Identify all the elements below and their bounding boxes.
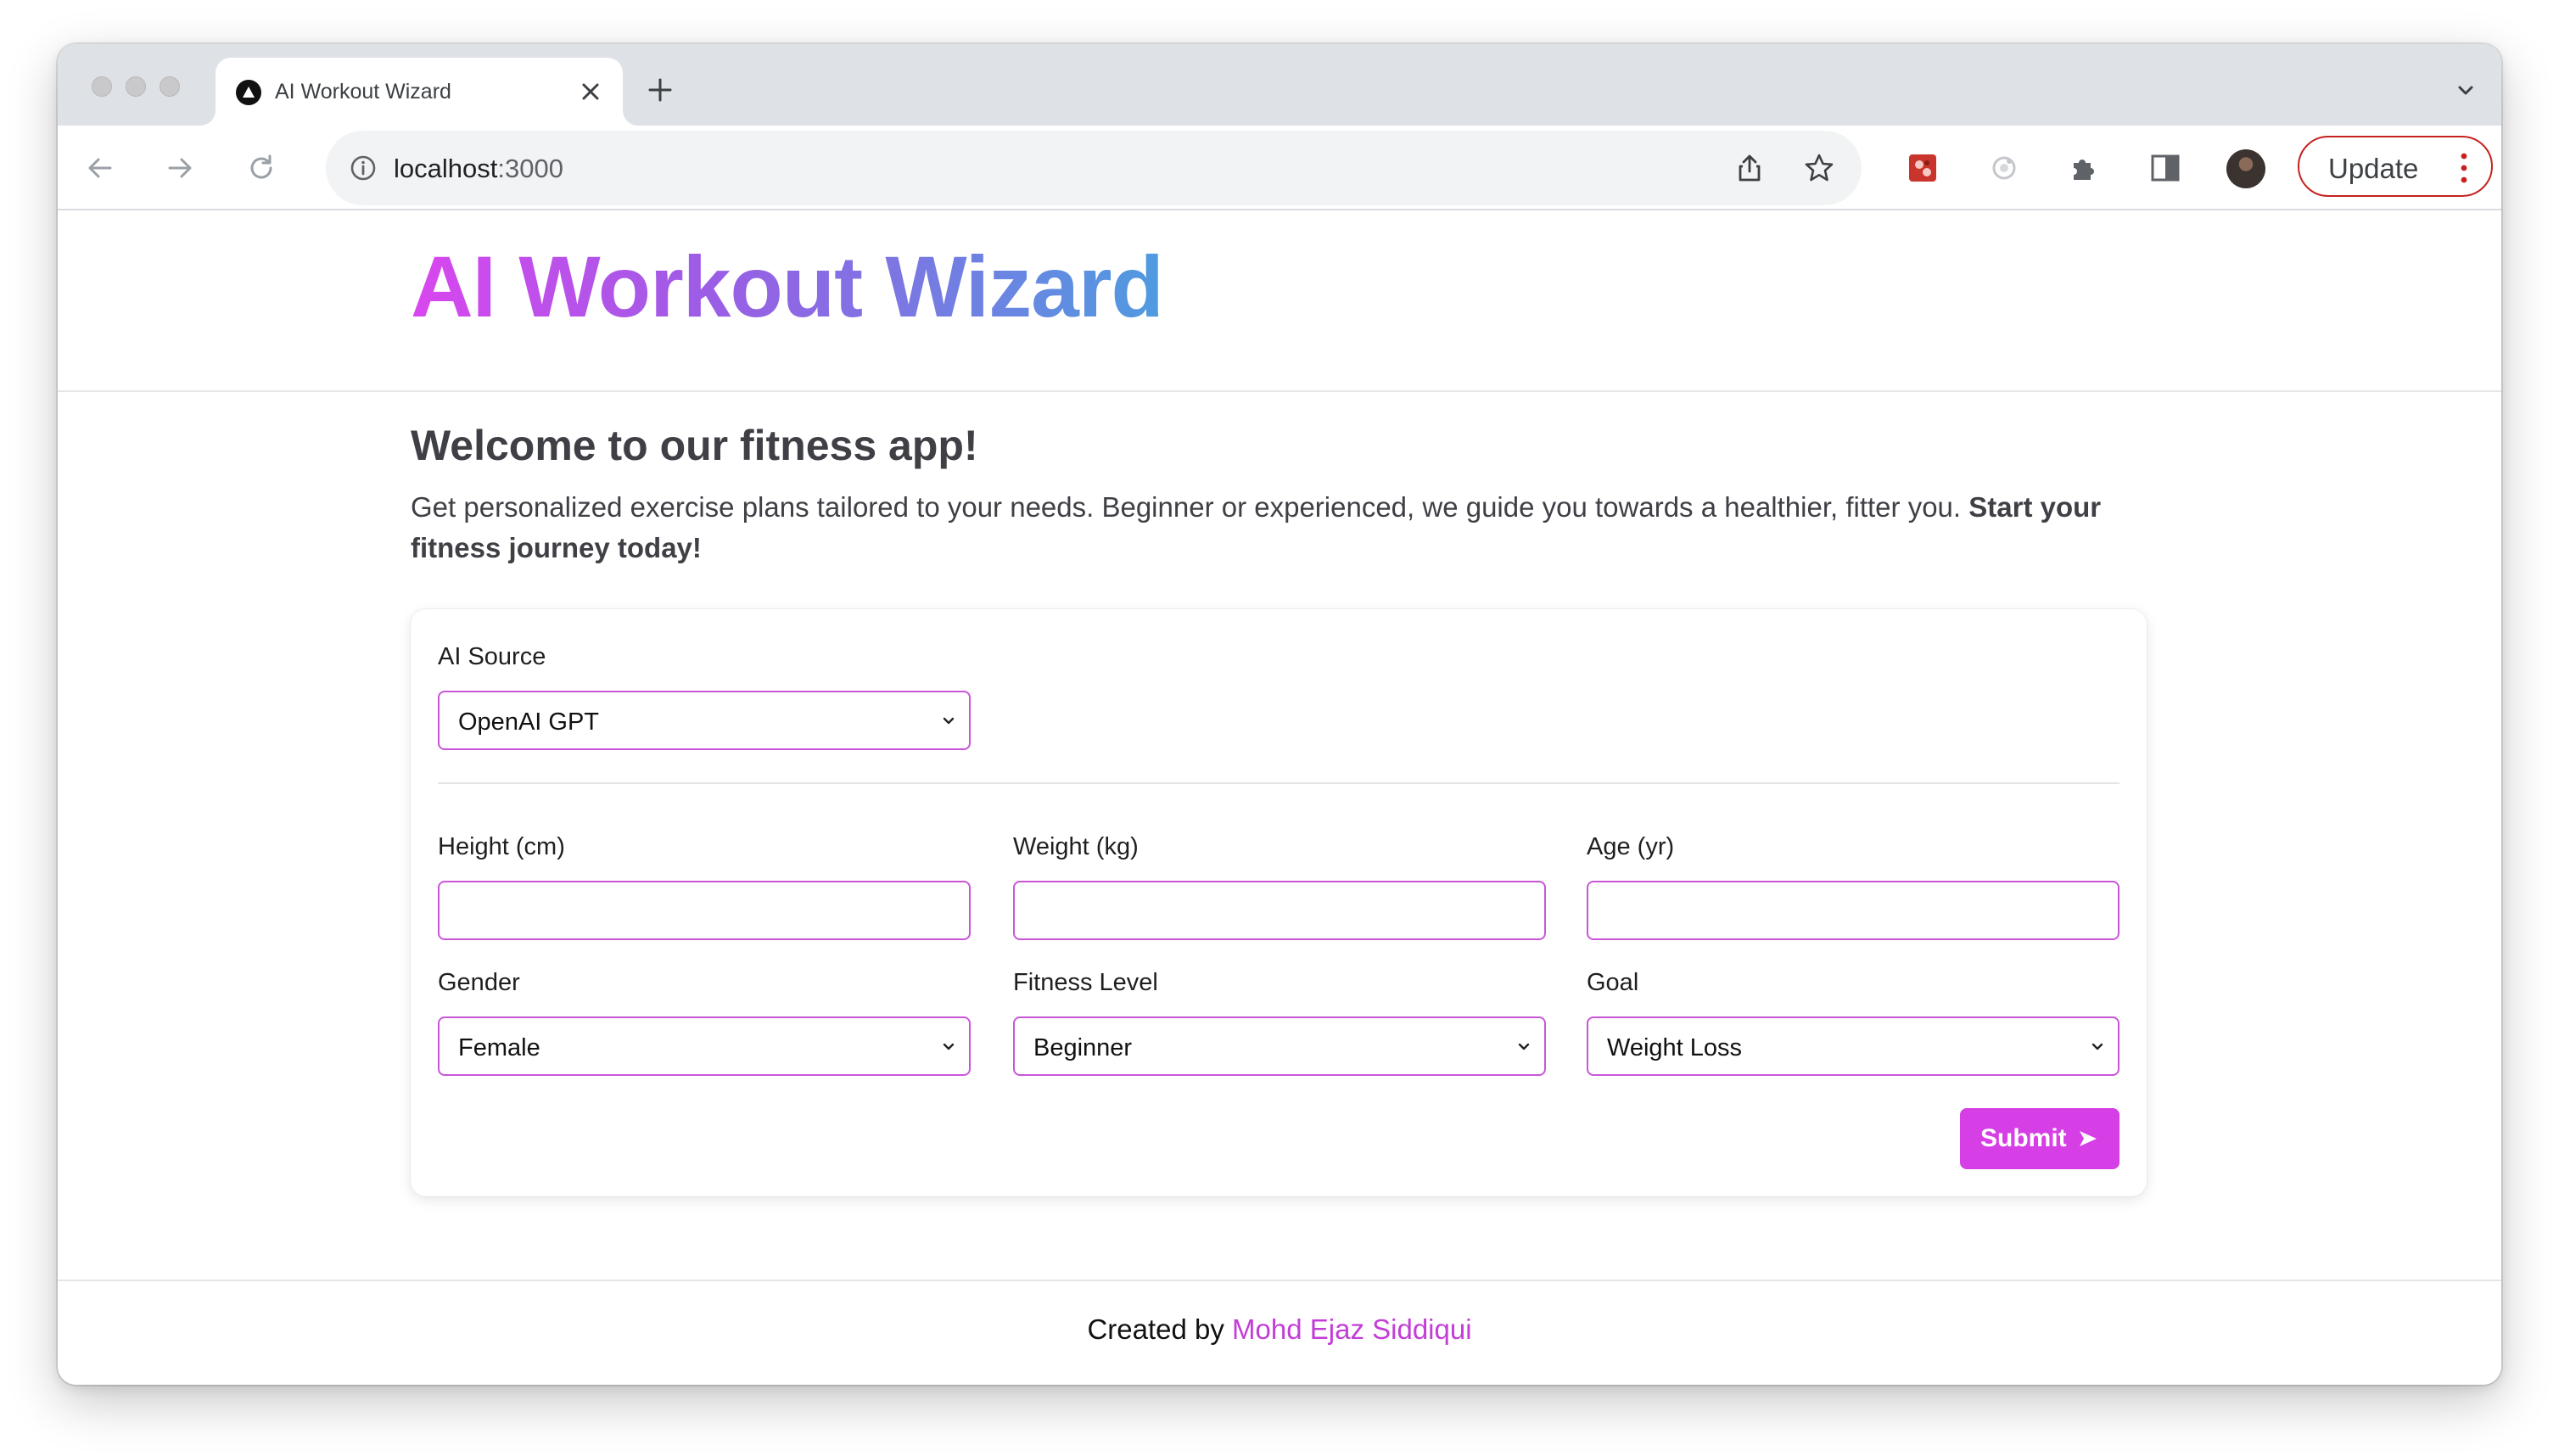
back-arrow-icon[interactable] bbox=[83, 151, 117, 185]
new-tab-plus-icon[interactable] bbox=[643, 73, 677, 107]
fitness-level-label: Fitness Level bbox=[1013, 969, 1158, 996]
chevron-down-icon[interactable] bbox=[2454, 78, 2478, 102]
triangle-logo-icon bbox=[236, 80, 261, 105]
browser-toolbar: localhost:3000 Update bbox=[58, 126, 2501, 210]
app-title: AI Workout Wizard bbox=[411, 238, 1164, 335]
url-text: localhost:3000 bbox=[394, 154, 563, 183]
window-zoom-control[interactable] bbox=[160, 76, 180, 97]
page-content: AI Workout Wizard Welcome to our fitness… bbox=[58, 210, 2501, 1385]
height-input[interactable] bbox=[438, 881, 971, 940]
age-input[interactable] bbox=[1587, 881, 2119, 940]
goal-select[interactable]: Weight Loss bbox=[1587, 1016, 2119, 1076]
height-label: Height (cm) bbox=[438, 833, 565, 860]
send-arrow-icon bbox=[2080, 1131, 2097, 1146]
puzzle-extensions-icon[interactable] bbox=[2065, 149, 2103, 187]
share-icon[interactable] bbox=[1733, 151, 1767, 185]
window-close-control[interactable] bbox=[92, 76, 112, 97]
chevron-down-icon bbox=[943, 717, 955, 725]
extension-grey-icon[interactable] bbox=[1985, 149, 2023, 187]
submit-label: Submit bbox=[1980, 1124, 2067, 1152]
close-icon[interactable] bbox=[575, 76, 606, 107]
browser-tab-active[interactable]: AI Workout Wizard bbox=[216, 58, 623, 126]
workout-form-card: AI Source OpenAI GPT Height (cm) Weight … bbox=[411, 609, 2147, 1196]
form-divider bbox=[438, 782, 2119, 784]
chevron-down-icon bbox=[943, 1043, 955, 1050]
footer-credit: Created by Mohd Ejaz Siddiqui bbox=[1087, 1313, 1472, 1345]
tab-strip: AI Workout Wizard bbox=[58, 44, 2501, 126]
ai-source-label: AI Source bbox=[438, 643, 546, 670]
reload-icon[interactable] bbox=[244, 151, 278, 185]
side-panel-icon[interactable] bbox=[2147, 149, 2184, 187]
bookmark-star-icon[interactable] bbox=[1802, 151, 1836, 185]
ai-source-select[interactable]: OpenAI GPT bbox=[438, 691, 971, 750]
chevron-down-icon bbox=[1518, 1043, 1530, 1050]
update-label: Update bbox=[2328, 153, 2419, 184]
kebab-menu-icon bbox=[2461, 153, 2467, 183]
submit-button[interactable]: Submit bbox=[1960, 1108, 2119, 1169]
welcome-heading: Welcome to our fitness app! bbox=[411, 422, 978, 469]
page-footer: Created by Mohd Ejaz Siddiqui bbox=[58, 1280, 2501, 1385]
intro-paragraph: Get personalized exercise plans tailored… bbox=[411, 491, 2102, 563]
browser-window: AI Workout Wizard localhost:3000 Update … bbox=[58, 44, 2501, 1385]
tab-title: AI Workout Wizard bbox=[275, 80, 451, 104]
address-bar[interactable]: localhost:3000 bbox=[326, 131, 1862, 205]
info-icon[interactable] bbox=[348, 153, 378, 183]
weight-input[interactable] bbox=[1013, 881, 1546, 940]
fitness-level-select[interactable]: Beginner bbox=[1013, 1016, 1546, 1076]
extension-red-icon[interactable] bbox=[1904, 149, 1941, 187]
goal-label: Goal bbox=[1587, 969, 1639, 996]
chevron-down-icon bbox=[2091, 1043, 2103, 1050]
profile-avatar[interactable] bbox=[2226, 149, 2265, 188]
weight-label: Weight (kg) bbox=[1013, 833, 1139, 860]
window-minimize-control[interactable] bbox=[126, 76, 146, 97]
gender-select[interactable]: Female bbox=[438, 1016, 971, 1076]
app-header: AI Workout Wizard bbox=[58, 210, 2501, 392]
update-button[interactable]: Update bbox=[2298, 136, 2493, 197]
age-label: Age (yr) bbox=[1587, 833, 1675, 860]
author-link[interactable]: Mohd Ejaz Siddiqui bbox=[1232, 1313, 1472, 1345]
forward-arrow-icon[interactable] bbox=[163, 151, 197, 185]
gender-label: Gender bbox=[438, 969, 520, 996]
